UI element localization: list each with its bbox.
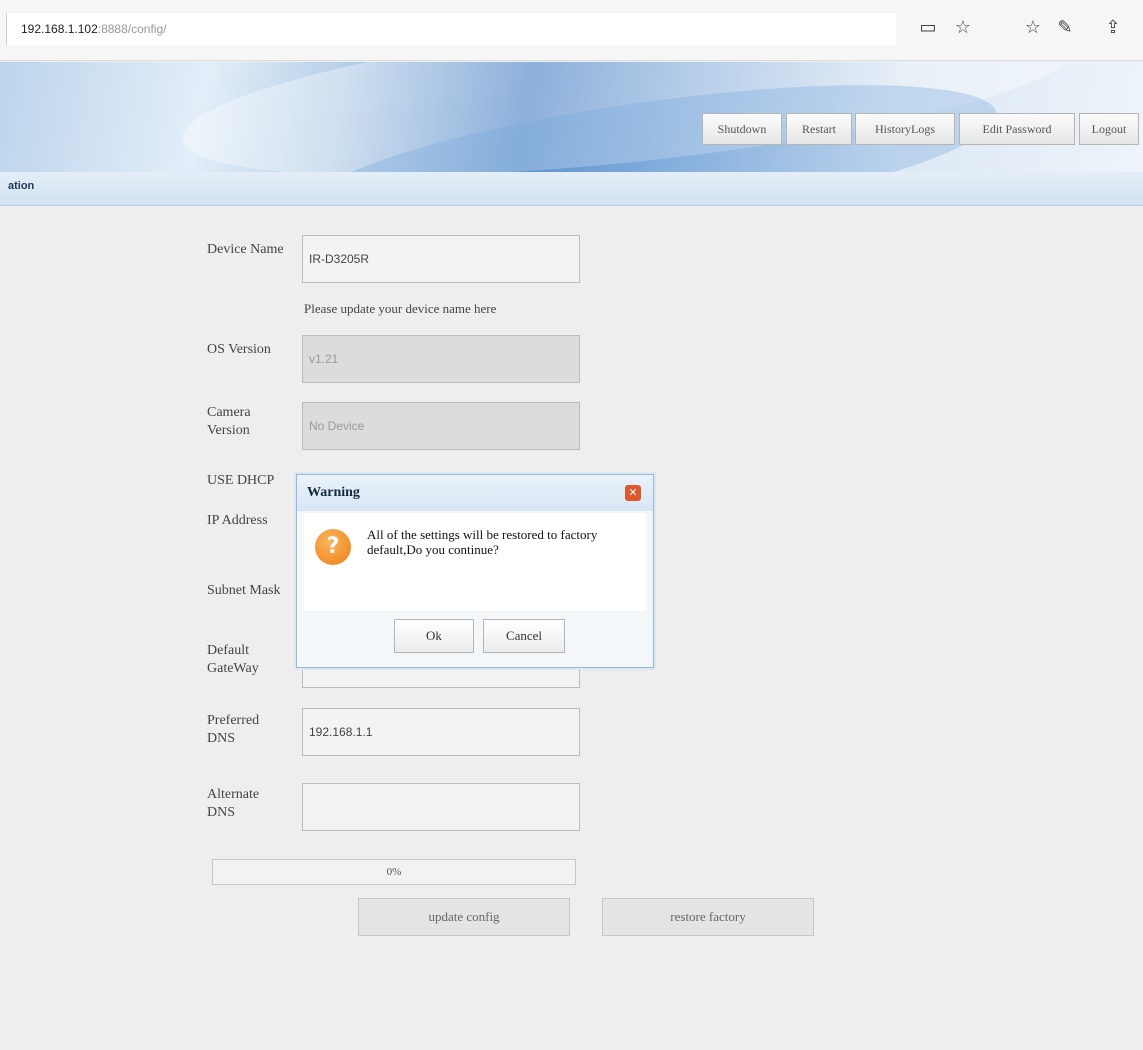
- dialog-message: All of the settings will be restored to …: [367, 527, 598, 557]
- device-name-input[interactable]: IR-D3205R: [302, 235, 580, 283]
- favorite-star-icon[interactable]: ☆: [950, 15, 976, 41]
- edit-password-button[interactable]: Edit Password: [959, 113, 1075, 145]
- os-version-label: OS Version: [207, 342, 271, 357]
- warning-dialog: Warning ✕ ? All of the settings will be …: [296, 474, 654, 668]
- browser-address-bar: 192.168.1.102:8888/config/ ▭ ☆ ☆ ✎ ⇪: [0, 0, 1143, 61]
- alternate-dns-input[interactable]: [302, 783, 580, 831]
- logout-button[interactable]: Logout: [1079, 113, 1139, 145]
- url-path: :8888/config/: [97, 22, 167, 36]
- update-config-button[interactable]: update config: [358, 898, 570, 936]
- use-dhcp-label: USE DHCP: [207, 473, 275, 488]
- reading-view-icon[interactable]: ▭: [915, 15, 941, 41]
- preferred-dns-value: 192.168.1.1: [309, 725, 373, 739]
- nav-label[interactable]: ation: [8, 180, 34, 192]
- restore-factory-button[interactable]: restore factory: [602, 898, 814, 936]
- progress-bar: 0%: [212, 859, 576, 885]
- url-host: 192.168.1.102: [21, 22, 98, 36]
- share-icon[interactable]: ⇪: [1100, 15, 1126, 41]
- favorites-icon[interactable]: ☆: [1020, 15, 1046, 41]
- url-field[interactable]: 192.168.1.102:8888/config/: [6, 13, 896, 45]
- nav-bar: ation: [0, 172, 1143, 206]
- camera-version-field: No Device: [302, 402, 580, 450]
- preferred-dns-input[interactable]: 192.168.1.1: [302, 708, 580, 756]
- device-name-label: Device Name: [207, 242, 284, 257]
- history-logs-button[interactable]: HistoryLogs: [855, 113, 955, 145]
- question-icon: ?: [315, 529, 351, 565]
- ip-address-label: IP Address: [207, 513, 268, 528]
- progress-text: 0%: [386, 866, 402, 878]
- ok-button[interactable]: Ok: [394, 619, 474, 653]
- cancel-button[interactable]: Cancel: [483, 619, 565, 653]
- alternate-dns-label: Alternate DNS: [207, 787, 260, 820]
- dialog-title: Warning: [297, 475, 653, 511]
- camera-version-label: Camera Version: [207, 405, 251, 438]
- os-version-field: v1.21: [302, 335, 580, 383]
- restart-button[interactable]: Restart: [786, 113, 852, 145]
- close-icon[interactable]: ✕: [625, 485, 641, 501]
- shutdown-button[interactable]: Shutdown: [702, 113, 782, 145]
- pen-icon[interactable]: ✎: [1052, 15, 1078, 41]
- preferred-dns-label: Preferred DNS: [207, 713, 260, 746]
- camera-version-value: No Device: [309, 419, 365, 433]
- device-name-hint: Please update your device name here: [304, 301, 497, 316]
- dialog-body: ? All of the settings will be restored t…: [304, 513, 646, 611]
- device-name-value: IR-D3205R: [309, 252, 370, 266]
- os-version-value: v1.21: [309, 352, 339, 366]
- default-gateway-label: Default GateWay: [207, 643, 259, 676]
- subnet-mask-label: Subnet Mask: [207, 583, 281, 598]
